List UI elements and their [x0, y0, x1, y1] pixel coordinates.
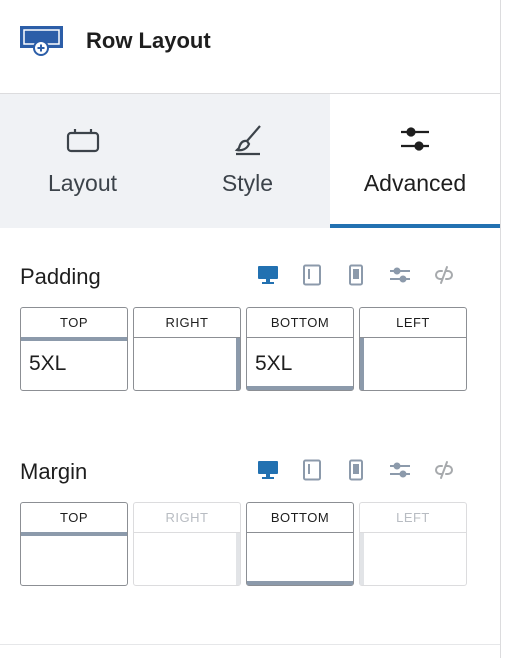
tab-advanced-label: Advanced — [363, 170, 467, 196]
padding-left-indicator — [360, 338, 364, 390]
margin-label: Margin — [20, 459, 88, 484]
padding-left-input[interactable]: LEFT — [359, 307, 467, 391]
margin-right-label: RIGHT — [134, 503, 240, 533]
unlink-icon[interactable] — [430, 456, 458, 484]
padding-top-indicator — [21, 337, 127, 341]
panel-title: Row Layout — [86, 28, 211, 53]
margin-left-indicator — [360, 533, 364, 585]
desktop-icon[interactable] — [254, 261, 282, 289]
padding-bottom-indicator — [247, 386, 353, 390]
margin-bottom-input[interactable]: BOTTOM — [246, 502, 354, 586]
layout-icon — [65, 122, 101, 158]
mobile-icon[interactable] — [342, 456, 370, 484]
section-divider — [0, 644, 500, 645]
padding-left-label: LEFT — [360, 308, 466, 338]
padding-right-indicator — [236, 338, 240, 390]
tablet-icon[interactable] — [298, 456, 326, 484]
tab-layout-label: Layout — [47, 170, 118, 196]
margin-top-input[interactable]: TOP — [20, 502, 128, 586]
padding-inputs: TOP 5XL RIGHT BOTTOM 5XL LEFT — [20, 307, 467, 391]
margin-bottom-label: BOTTOM — [247, 503, 353, 533]
panel-border — [500, 0, 501, 658]
tab-style-label: Style — [221, 170, 274, 196]
margin-right-indicator — [236, 533, 240, 585]
margin-device-toggles — [254, 456, 458, 484]
padding-top-input[interactable]: TOP 5XL — [20, 307, 128, 391]
padding-top-label: TOP — [21, 308, 127, 338]
margin-inputs: TOP RIGHT BOTTOM LEFT — [20, 502, 467, 586]
panel-header: Row Layout — [0, 0, 500, 94]
padding-bottom-label: BOTTOM — [247, 308, 353, 338]
custom-sliders-icon[interactable] — [386, 456, 414, 484]
desktop-icon[interactable] — [254, 456, 282, 484]
tablet-icon[interactable] — [298, 261, 326, 289]
tab-layout[interactable]: Layout — [0, 94, 165, 228]
margin-bottom-indicator — [247, 581, 353, 585]
padding-label: Padding — [20, 264, 101, 289]
margin-left-label: LEFT — [360, 503, 466, 533]
padding-device-toggles — [254, 261, 458, 289]
mobile-icon[interactable] — [342, 261, 370, 289]
sliders-icon — [397, 122, 433, 158]
tab-bar: Layout Style Advanced — [0, 94, 500, 228]
margin-right-input[interactable]: RIGHT — [133, 502, 241, 586]
custom-sliders-icon[interactable] — [386, 261, 414, 289]
margin-top-indicator — [21, 532, 127, 536]
padding-bottom-input[interactable]: BOTTOM 5XL — [246, 307, 354, 391]
padding-top-value: 5XL — [29, 352, 67, 375]
padding-right-input[interactable]: RIGHT — [133, 307, 241, 391]
brush-icon — [230, 122, 266, 158]
margin-top-label: TOP — [21, 503, 127, 533]
row-layout-icon — [20, 26, 64, 61]
unlink-icon[interactable] — [430, 261, 458, 289]
tab-style[interactable]: Style — [165, 94, 330, 228]
margin-left-input[interactable]: LEFT — [359, 502, 467, 586]
tab-advanced[interactable]: Advanced — [330, 94, 500, 228]
padding-right-label: RIGHT — [134, 308, 240, 338]
padding-bottom-value: 5XL — [255, 352, 293, 375]
